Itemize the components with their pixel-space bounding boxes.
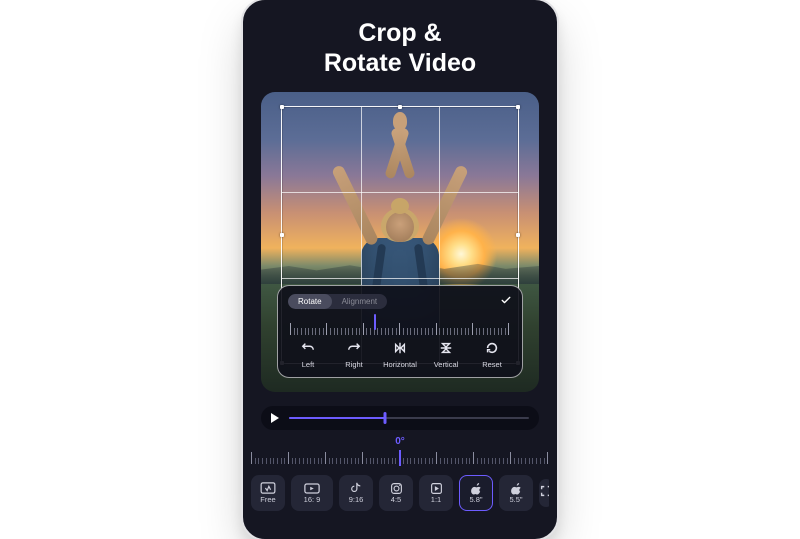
reset-button[interactable]: Reset [472, 341, 512, 369]
ratio-label: 1:1 [431, 496, 441, 504]
rotate-dial[interactable] [290, 315, 510, 335]
reset-icon [485, 341, 499, 357]
rotate-left-icon [301, 341, 315, 357]
crop-handle[interactable] [398, 105, 402, 109]
action-label: Vertical [434, 360, 459, 369]
tab-rotate[interactable]: Rotate [288, 294, 332, 309]
ratio-free-button[interactable]: Free [251, 475, 285, 511]
rotate-panel: Rotate Alignment Left Right Horizontal Vert… [277, 285, 523, 378]
play-button[interactable] [271, 413, 279, 423]
ratio-label: 5.8" [469, 496, 482, 504]
fullscreen-button[interactable] [539, 479, 549, 507]
fullscreen-icon [539, 484, 549, 503]
angle-value: 0° [395, 436, 405, 447]
ratio-5.5-button[interactable]: 5.5" [499, 475, 533, 511]
crop-handle[interactable] [280, 105, 284, 109]
rotate-right-icon [347, 341, 361, 357]
aspect-ratio-bar: Free 16: 9 9:16 4:5 1:1 5.8" 5.5" [251, 472, 549, 514]
apple-icon [468, 482, 484, 494]
scrubber-track[interactable] [289, 417, 529, 419]
ratio-tiktok-button[interactable]: 9:16 [339, 475, 373, 511]
device-frame: Crop & Rotate Video [241, 0, 559, 539]
vertical-button[interactable]: Vertical [426, 341, 466, 369]
free-crop-icon [260, 482, 276, 494]
action-label: Left [302, 360, 315, 369]
grid-line [282, 278, 518, 279]
right-button[interactable]: Right [334, 341, 374, 369]
left-button[interactable]: Left [288, 341, 328, 369]
crop-handle[interactable] [516, 233, 520, 237]
playback-bar [261, 406, 539, 430]
action-label: Right [345, 360, 363, 369]
ratio-4_5-button[interactable]: 4:5 [379, 475, 413, 511]
ratio-16_9-button[interactable]: 16: 9 [291, 475, 333, 511]
ratio-1_1-button[interactable]: 1:1 [419, 475, 453, 511]
flip-vertical-icon [439, 341, 453, 357]
ratio-5.8-button[interactable]: 5.8" [459, 475, 493, 511]
ruler-cursor[interactable] [399, 450, 401, 466]
grid-line [282, 192, 518, 193]
ratio-label: 16: 9 [304, 496, 321, 504]
check-icon [500, 294, 512, 306]
video-preview[interactable]: Rotate Alignment Left Right Horizontal Vert… [261, 92, 539, 392]
hero-line2: Rotate Video [243, 48, 557, 78]
ratio-label: 5.5" [509, 496, 522, 504]
ratio-1-1-icon [428, 482, 444, 494]
ratio-label: 4:5 [391, 496, 401, 504]
tab-alignment[interactable]: Alignment [332, 294, 388, 309]
scrubber-progress [289, 417, 385, 419]
crop-handle[interactable] [280, 233, 284, 237]
ratio-label: Free [260, 496, 275, 504]
rotate-alignment-tabs[interactable]: Rotate Alignment [288, 294, 387, 309]
apple-icon [508, 482, 524, 494]
horizontal-button[interactable]: Horizontal [380, 341, 420, 369]
ratio-label: 9:16 [349, 496, 364, 504]
action-label: Horizontal [383, 360, 417, 369]
confirm-button[interactable] [500, 294, 512, 309]
tiktok-icon [348, 482, 364, 494]
instagram-icon [388, 482, 404, 494]
hero-title: Crop & Rotate Video [243, 18, 557, 78]
ratio-16-9-icon [304, 482, 320, 494]
crop-handle[interactable] [516, 105, 520, 109]
scrubber-knob[interactable] [384, 412, 387, 424]
flip-horizontal-icon [393, 341, 407, 357]
hero-line1: Crop & [243, 18, 557, 48]
action-label: Reset [482, 360, 502, 369]
angle-ruler[interactable]: 0° [251, 438, 549, 468]
dial-cursor[interactable] [374, 314, 376, 330]
